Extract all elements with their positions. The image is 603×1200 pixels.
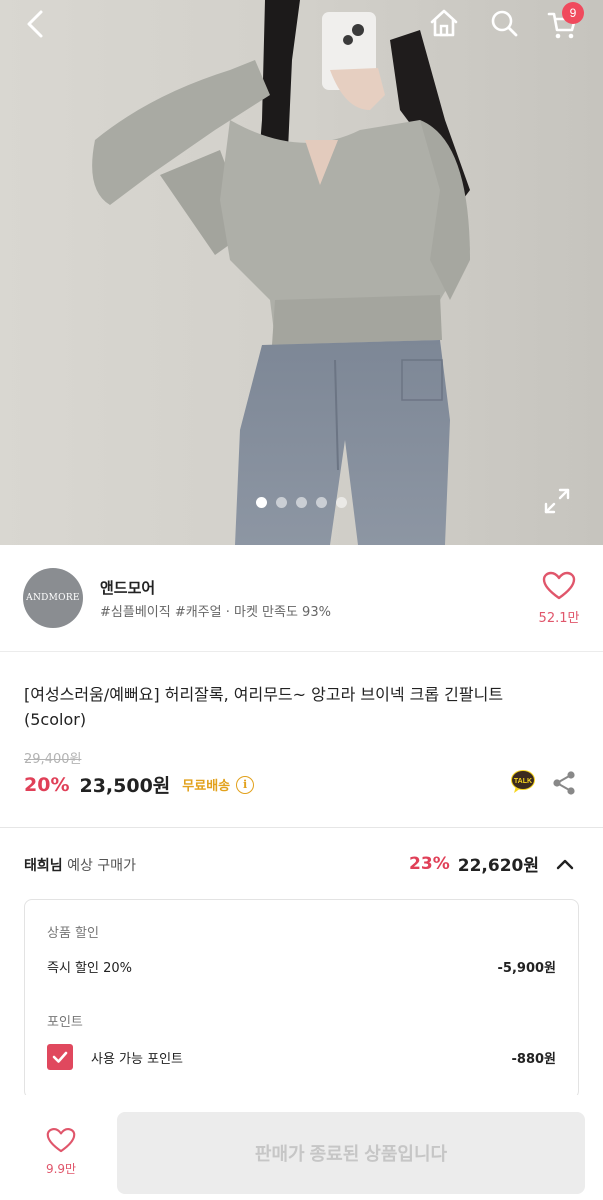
product-title: [여성스러움/예뻐요] 허리잘록, 여리무드~ 앙고라 브이넥 크롭 긴팔니트 … (24, 685, 504, 729)
product-photo (0, 0, 603, 545)
instant-discount-row: 즉시 할인 20% -5,900원 (47, 957, 556, 976)
kakao-talk-button[interactable]: TALK (510, 769, 536, 795)
product-like-button[interactable]: 9.9만 (36, 1127, 86, 1177)
share-button[interactable] (551, 770, 577, 796)
expected-price-header[interactable]: 태희님 예상 구매가 23% 22,620원 (0, 829, 603, 899)
sold-out-button[interactable]: 판매가 종료된 상품입니다 (117, 1112, 585, 1194)
gallery-dot[interactable] (316, 497, 327, 508)
gallery-pagination[interactable] (256, 497, 347, 508)
discount-rate: 20% (24, 773, 70, 796)
expand-image-button[interactable] (541, 485, 573, 517)
heart-icon (46, 1127, 76, 1153)
heart-icon (542, 571, 576, 600)
store-name[interactable]: 앤드모어 (100, 577, 155, 598)
point-label: 사용 가능 포인트 (91, 1051, 183, 1067)
product-info: [여성스러움/예뻐요] 허리잘록, 여리무드~ 앙고라 브이넥 크롭 긴팔니트 … (0, 653, 603, 828)
store-like-button[interactable]: 52.1만 (533, 571, 585, 626)
search-button[interactable] (484, 3, 524, 43)
store-info[interactable]: ANDMORE 앤드모어 #심플베이직 #캐주얼 · 마켓 만족도 93% 52… (0, 545, 603, 652)
free-shipping-label: 무료배송 (182, 779, 231, 794)
discount-section-title: 상품 할인 (47, 926, 99, 941)
user-name: 태희님 (24, 858, 63, 874)
store-tags: #심플베이직 #캐주얼 · 마켓 만족도 93% (100, 605, 331, 620)
sale-price: 23,500원 (79, 775, 171, 797)
expected-price-summary: 23% 22,620원 (409, 851, 575, 876)
gallery-dot[interactable] (296, 497, 307, 508)
gallery-dot[interactable] (336, 497, 347, 508)
price-row: 20% 23,500원 무료배송 i (24, 771, 255, 798)
home-icon (430, 9, 458, 37)
kakao-talk-icon: TALK (511, 770, 535, 793)
search-icon (491, 10, 518, 37)
point-option: 사용 가능 포인트 (47, 1044, 183, 1070)
expand-icon (544, 488, 570, 514)
original-price: 29,400원 (24, 752, 82, 767)
point-row: 사용 가능 포인트 -880원 (47, 1044, 556, 1070)
store-like-count: 52.1만 (538, 611, 580, 626)
instant-discount-label: 즉시 할인 20% (47, 961, 132, 976)
bottom-action-bar: 9.9만 판매가 종료된 상품입니다 (0, 1095, 603, 1200)
product-image-gallery[interactable]: 9 (0, 0, 603, 545)
price-breakdown: 상품 할인 즉시 할인 20% -5,900원 포인트 사용 가능 포인트 -8… (24, 899, 579, 1099)
point-section-title: 포인트 (47, 1015, 83, 1030)
cart-count-badge: 9 (562, 2, 584, 24)
instant-discount-amount: -5,900원 (497, 961, 556, 976)
expected-price-label: 태희님 예상 구매가 (24, 855, 136, 875)
kakao-talk-label: TALK (514, 778, 532, 785)
point-checkbox[interactable] (47, 1044, 73, 1070)
back-button[interactable] (15, 4, 55, 44)
checkmark-icon (52, 1051, 68, 1063)
share-icon (553, 771, 575, 795)
store-logo[interactable]: ANDMORE (23, 568, 83, 628)
chevron-up-icon[interactable] (555, 854, 575, 874)
product-like-count: 9.9만 (45, 1162, 77, 1176)
info-icon[interactable]: i (236, 775, 255, 794)
expected-price-value: 22,620원 (457, 856, 539, 876)
gallery-dot[interactable] (276, 497, 287, 508)
gallery-dot[interactable] (256, 497, 267, 508)
expected-discount: 23% (409, 853, 450, 874)
home-button[interactable] (424, 3, 464, 43)
point-amount: -880원 (511, 1051, 557, 1067)
expected-price-text: 예상 구매가 (67, 858, 136, 874)
back-arrow-icon (27, 10, 43, 38)
